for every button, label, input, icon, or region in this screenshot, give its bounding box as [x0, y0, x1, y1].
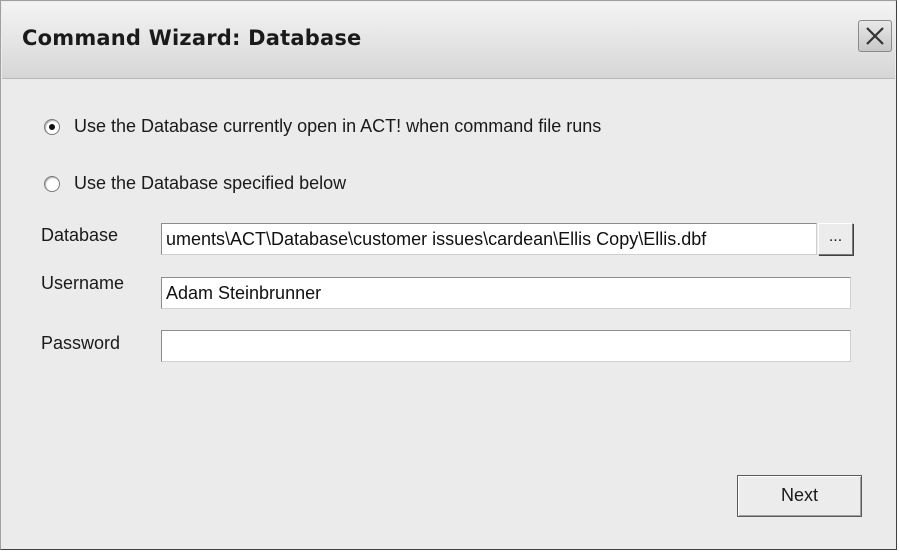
wizard-window: Command Wizard: Database Use the Databas…	[0, 0, 897, 550]
username-input[interactable]: Adam Steinbrunner	[161, 277, 851, 309]
browse-button[interactable]: ...	[818, 223, 853, 255]
database-path-input[interactable]: uments\ACT\Database\customer issues\card…	[161, 223, 817, 255]
wizard-content: Use the Database currently open in ACT! …	[2, 79, 895, 548]
close-button[interactable]	[858, 20, 892, 52]
title-bar: Command Wizard: Database	[2, 2, 895, 79]
close-icon	[866, 27, 884, 45]
use-specified-database-option[interactable]: Use the Database specified below	[44, 173, 346, 194]
use-specified-database-label: Use the Database specified below	[74, 173, 347, 193]
window-title: Command Wizard: Database	[22, 26, 362, 50]
use-current-database-label: Use the Database currently open in ACT! …	[74, 116, 602, 136]
use-current-database-option[interactable]: Use the Database currently open in ACT! …	[44, 116, 601, 137]
use-current-database-radio[interactable]	[44, 118, 60, 135]
next-button[interactable]: Next	[737, 475, 862, 517]
username-label: Username	[41, 273, 125, 293]
password-label: Password	[41, 333, 121, 353]
database-label: Database	[41, 225, 119, 245]
use-specified-database-radio[interactable]	[44, 175, 60, 192]
password-input[interactable]	[161, 330, 851, 362]
